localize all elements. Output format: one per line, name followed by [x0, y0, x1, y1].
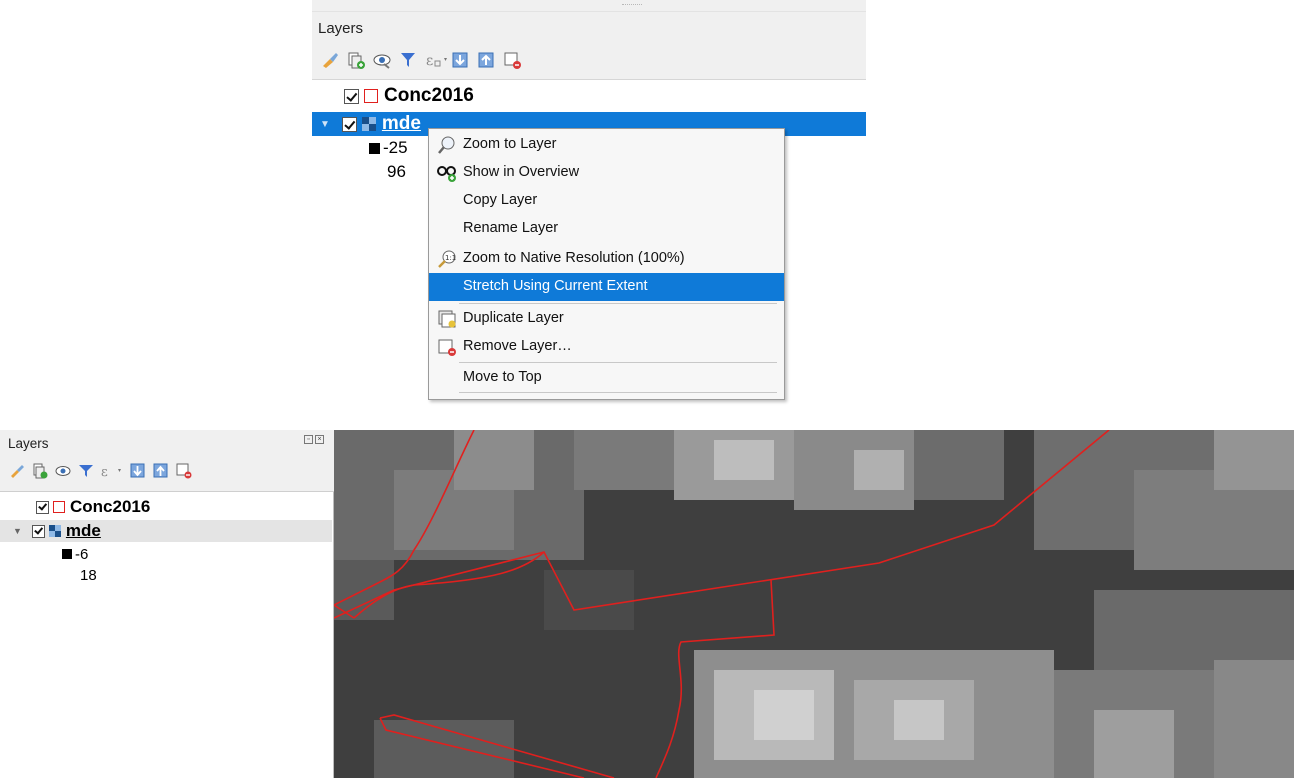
legend-max-row: 18 — [80, 565, 97, 585]
collapse-all-icon[interactable] — [476, 50, 496, 70]
menu-item-label: Copy Layer — [463, 192, 538, 208]
menu-duplicate-layer[interactable]: Duplicate Layer — [429, 305, 784, 333]
menu-zoom-native-resolution[interactable]: 1:1 Zoom to Native Resolution (100%) — [429, 245, 784, 273]
add-group-icon[interactable] — [346, 50, 366, 70]
remove-layer-icon[interactable] — [502, 50, 522, 70]
layer-checkbox[interactable] — [344, 88, 359, 104]
svg-text:1:1: 1:1 — [445, 254, 456, 262]
layer-row-mde[interactable]: ▼ mde — [13, 520, 101, 542]
panel-resize-grip[interactable] — [312, 0, 866, 12]
duplicate-layer-icon — [437, 309, 457, 329]
remove-layer-icon — [437, 337, 457, 357]
collapse-all-icon[interactable] — [152, 462, 170, 480]
raster-layer-icon — [361, 117, 376, 131]
visibility-eye-icon[interactable] — [54, 462, 72, 480]
menu-zoom-to-layer[interactable]: Zoom to Layer — [429, 131, 784, 159]
layers-panel-header: Layers ▫ × ε — [0, 430, 334, 492]
expand-arrow-icon[interactable]: ▼ — [13, 526, 22, 536]
visibility-eye-icon[interactable] — [372, 50, 392, 70]
legend-min-row: -6 — [62, 544, 88, 564]
polygon-layer-icon — [53, 501, 65, 513]
legend-swatch — [62, 549, 72, 559]
legend-max-row: 96 — [387, 161, 406, 183]
overview-icon — [437, 163, 457, 183]
menu-move-to-top[interactable]: Move to Top — [429, 364, 784, 392]
layers-panel-title: Layers — [318, 20, 364, 37]
float-panel-icon[interactable]: ▫ — [304, 435, 313, 444]
map-canvas[interactable] — [334, 430, 1294, 778]
menu-stretch-current-extent[interactable]: Stretch Using Current Extent — [429, 273, 784, 301]
legend-min-value: -25 — [383, 138, 408, 157]
add-group-icon[interactable] — [31, 462, 49, 480]
panel-window-controls: ▫ × — [304, 435, 324, 444]
zoom-layer-icon — [437, 135, 457, 155]
layers-toolbar: ε — [8, 462, 193, 480]
expression-filter-icon[interactable]: ε — [424, 50, 447, 70]
menu-item-label: Show in Overview — [463, 164, 580, 180]
svg-text:ε: ε — [101, 465, 108, 480]
menu-item-label: Rename Layer — [463, 220, 559, 236]
layer-name: Conc2016 — [384, 85, 474, 106]
layers-toolbar: ε — [320, 50, 522, 70]
menu-item-label: Zoom to Layer — [463, 136, 557, 152]
layer-row-conc2016[interactable]: Conc2016 — [344, 84, 474, 108]
layer-checkbox[interactable] — [341, 116, 357, 132]
legend-max-value: 18 — [80, 566, 97, 584]
menu-item-label: Zoom to Native Resolution (100%) — [463, 250, 685, 266]
polygon-layer-icon — [364, 89, 378, 103]
expand-all-icon[interactable] — [450, 50, 470, 70]
layer-name: mde — [381, 113, 421, 134]
expand-all-icon[interactable] — [129, 462, 147, 480]
menu-show-in-overview[interactable]: Show in Overview — [429, 159, 784, 187]
layer-checkbox[interactable] — [36, 500, 49, 514]
svg-text:ε: ε — [426, 53, 433, 69]
legend-max-value: 96 — [387, 162, 406, 181]
layers-panel-title: Layers — [8, 436, 49, 451]
menu-rename-layer[interactable]: Rename Layer — [429, 215, 784, 243]
layer-checkbox[interactable] — [31, 524, 45, 538]
menu-separator — [459, 392, 777, 393]
menu-item-label: Duplicate Layer — [463, 310, 564, 326]
legend-min-row: -25 — [369, 137, 408, 159]
expand-arrow-icon[interactable]: ▼ — [320, 119, 330, 130]
layer-row-conc2016[interactable]: Conc2016 — [36, 496, 150, 518]
filter-icon[interactable] — [398, 50, 418, 70]
legend-swatch — [369, 142, 380, 154]
expression-filter-icon[interactable]: ε — [100, 462, 124, 480]
layer-name: mde — [65, 521, 101, 540]
style-brush-icon[interactable] — [8, 462, 26, 480]
style-brush-icon[interactable] — [320, 50, 340, 70]
layers-panel: Layers ▫ × ε Conc2016 ▼ mde -6 18 — [0, 430, 334, 778]
raster-cells — [334, 430, 1294, 778]
menu-item-label: Remove Layer… — [463, 338, 572, 354]
remove-layer-icon[interactable] — [175, 462, 193, 480]
menu-separator — [459, 362, 777, 363]
menu-separator — [459, 303, 777, 304]
legend-min-value: -6 — [75, 545, 89, 563]
close-panel-icon[interactable]: × — [315, 435, 324, 444]
layers-panel-header: Layers ε — [312, 12, 866, 80]
menu-item-label: Move to Top — [463, 369, 542, 385]
filter-icon[interactable] — [77, 462, 95, 480]
zoom-native-icon: 1:1 — [437, 249, 457, 269]
layer-context-menu: Zoom to Layer Show in Overview Copy Laye… — [428, 128, 785, 400]
map-render — [334, 430, 1294, 778]
raster-layer-icon — [48, 525, 61, 537]
layers-tree: Conc2016 ▼ mde -6 18 — [0, 492, 334, 778]
layers-panel-zoomed: Layers ε Conc2016 ▼ mde -25 96 Zoom to L… — [312, 0, 866, 400]
menu-item-label: Stretch Using Current Extent — [463, 278, 648, 294]
menu-remove-layer[interactable]: Remove Layer… — [429, 333, 784, 361]
layer-name: Conc2016 — [70, 497, 151, 516]
menu-copy-layer[interactable]: Copy Layer — [429, 187, 784, 215]
layer-row-mde[interactable]: ▼ mde — [320, 112, 421, 136]
